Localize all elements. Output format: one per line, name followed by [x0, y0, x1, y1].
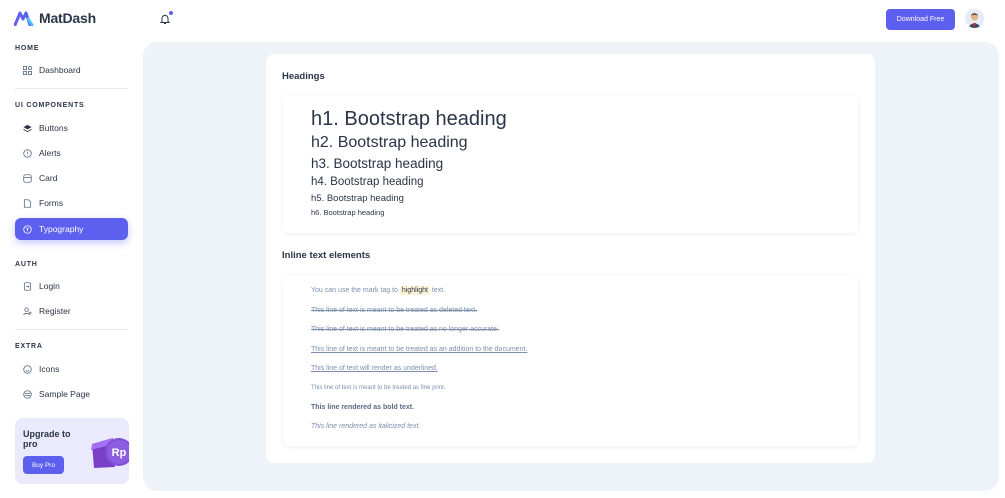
login-icon	[23, 281, 32, 291]
sidebar-divider	[15, 329, 128, 330]
heading-h1: h1. Bootstrap heading	[311, 108, 507, 130]
typography-icon	[23, 224, 32, 234]
file-icon	[23, 198, 32, 208]
sidebar-item-card[interactable]: Card	[15, 167, 128, 189]
aperture-icon	[23, 389, 32, 399]
heading-h4: h4. Bootstrap heading	[311, 176, 424, 188]
headings-panel: h1. Bootstrap heading h2. Bootstrap head…	[283, 95, 858, 233]
sidebar-item-forms[interactable]: Forms	[15, 192, 128, 214]
heading-h2: h2. Bootstrap heading	[311, 134, 468, 151]
sidebar-item-label: Alerts	[39, 148, 61, 158]
alert-circle-icon	[23, 148, 32, 158]
notification-dot	[169, 11, 173, 15]
upgrade-banner: Upgrade to pro Buy Pro Rp	[15, 418, 129, 484]
section-title-ui-components: UI COMPONENTS	[15, 102, 85, 109]
sidebar-item-register[interactable]: Register	[15, 300, 128, 322]
buy-pro-button[interactable]: Buy Pro	[23, 456, 64, 474]
underlined-text-line: This line of text will render as underli…	[311, 365, 438, 372]
typography-card: Headings h1. Bootstrap heading h2. Boots…	[266, 54, 875, 463]
sidebar-item-label: Typography	[39, 224, 84, 234]
user-plus-icon	[23, 306, 32, 316]
highlight-mark: highlight	[399, 286, 430, 295]
avatar[interactable]	[965, 9, 984, 28]
headings-title: Headings	[282, 71, 325, 82]
sidebar-item-buttons[interactable]: Buttons	[15, 117, 128, 139]
upgrade-illustration: Rp	[89, 434, 129, 472]
sidebar: MatDash HOME Dashboard UI COMPONENTS But…	[0, 0, 143, 498]
sidebar-item-label: Sample Page	[39, 389, 91, 399]
inline-elements-panel: You can use the mark tag to highlight te…	[283, 275, 858, 446]
section-title-auth: AUTH	[15, 261, 38, 268]
sidebar-item-label: Register	[39, 306, 71, 316]
card-icon	[23, 173, 32, 183]
sidebar-item-label: Icons	[39, 364, 60, 374]
section-title-extra: EXTRA	[15, 343, 43, 350]
sidebar-item-sample-page[interactable]: Sample Page	[15, 383, 128, 405]
sidebar-item-alerts[interactable]: Alerts	[15, 142, 128, 164]
bold-text-line: This line rendered as bold text.	[311, 404, 415, 411]
sidebar-divider	[15, 88, 128, 89]
inline-elements-title: Inline text elements	[282, 250, 371, 261]
upgrade-title: Upgrade to pro	[23, 429, 71, 449]
sidebar-item-label: Login	[39, 281, 60, 291]
sidebar-item-label: Forms	[39, 198, 64, 208]
brand-logo[interactable]: MatDash	[14, 10, 96, 26]
rp-badge: Rp	[112, 447, 127, 459]
section-title-home: HOME	[15, 45, 40, 52]
inserted-text-line: This line of text is meant to be treated…	[311, 346, 528, 353]
download-free-button[interactable]: Download Free	[886, 9, 955, 30]
heading-h6: h6. Bootstrap heading	[311, 208, 385, 217]
sidebar-item-dashboard[interactable]: Dashboard	[15, 59, 128, 81]
mark-line-before: You can use the mark tag to	[311, 287, 400, 294]
topbar: Download Free	[143, 0, 1005, 42]
small-text-line: This line of text is meant to be treated…	[311, 385, 446, 391]
mark-line-after: text.	[429, 287, 446, 294]
dashboard-icon	[23, 65, 32, 75]
italic-text-line: This line rendered as italicized text.	[311, 423, 421, 430]
sidebar-item-label: Dashboard	[39, 65, 81, 75]
heading-h5: h5. Bootstrap heading	[311, 193, 404, 204]
sidebar-item-label: Card	[39, 173, 58, 183]
layers-icon	[23, 124, 32, 133]
matdash-logo-icon	[14, 11, 34, 26]
brand-name: MatDash	[39, 10, 96, 26]
sidebar-item-login[interactable]: Login	[15, 275, 128, 297]
mark-line: You can use the mark tag to highlight te…	[311, 286, 446, 295]
sidebar-item-typography[interactable]: Typography	[15, 218, 128, 240]
deleted-text-line: This line of text is meant to be treated…	[311, 307, 478, 314]
strikethrough-text-line: This line of text is meant to be treated…	[311, 326, 499, 333]
heading-h3: h3. Bootstrap heading	[311, 156, 444, 171]
sidebar-item-icons[interactable]: Icons	[15, 358, 128, 380]
sidebar-item-label: Buttons	[39, 123, 68, 133]
mood-icon	[23, 364, 32, 374]
